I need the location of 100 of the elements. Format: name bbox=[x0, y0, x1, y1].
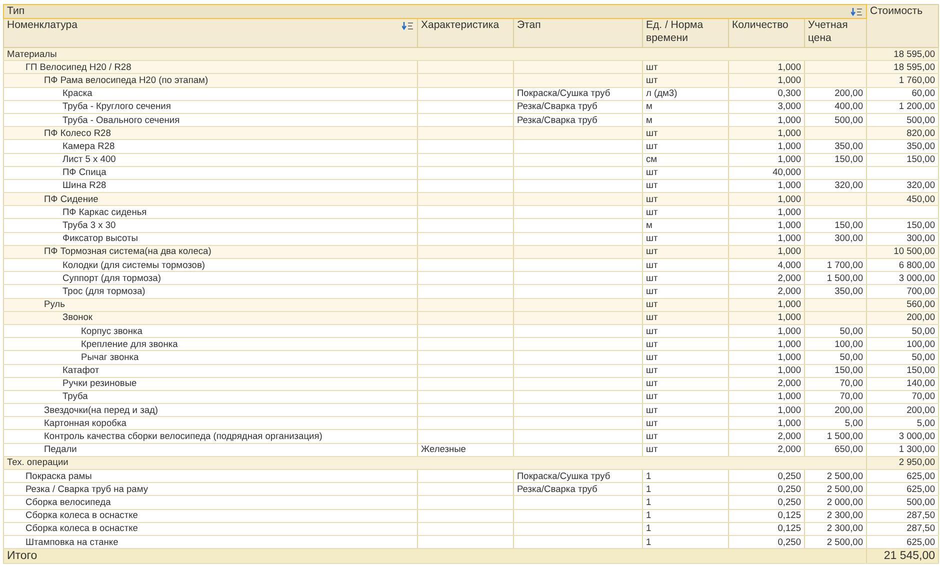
table-row[interactable]: ПФ Каркас сиденья шт 1,000 bbox=[4, 206, 939, 219]
table-cell: Фиксатор высоты bbox=[62, 233, 138, 244]
table-cell: 1,000 bbox=[778, 299, 801, 310]
table-row[interactable]: Краска Покраска/Сушка труб л (дм3) 0,300 200,00 60,00 bbox=[4, 87, 939, 100]
table-row[interactable]: Лист 5 х 400 см 1,000 150,00 150,00 bbox=[4, 153, 939, 166]
table-cell: м bbox=[646, 101, 652, 112]
table-cell: шт bbox=[646, 260, 658, 270]
table-row[interactable]: Педали Железные шт 2,000 650,00 1 300,00 bbox=[4, 443, 939, 456]
table-cell: 1,000 bbox=[778, 114, 801, 125]
table-row[interactable]: Материалы 18 595,00 bbox=[4, 48, 939, 61]
column-header[interactable]: Стоимость bbox=[866, 4, 939, 48]
column-header[interactable]: Количество bbox=[728, 18, 804, 48]
table-cell: шт bbox=[646, 194, 658, 204]
table-cell: шт bbox=[646, 180, 658, 190]
column-header[interactable]: Тип bbox=[4, 4, 867, 18]
table-cell: 1,000 bbox=[778, 391, 801, 402]
table-cell: см bbox=[646, 154, 658, 164]
table-row[interactable]: Труба 3 х 30 м 1,000 150,00 150,00 bbox=[4, 218, 939, 232]
sort-icon bbox=[402, 22, 414, 31]
table-row[interactable]: Камера R28 шт 1,000 350,00 350,00 bbox=[4, 140, 939, 153]
table-row[interactable]: Фиксатор высоты шт 1,000 300,00 300,00 bbox=[4, 232, 939, 246]
table-cell: 2,000 bbox=[778, 378, 801, 388]
table-cell: 70,00 bbox=[912, 391, 936, 402]
table-cell: 150,00 bbox=[834, 220, 864, 230]
table-row[interactable]: Резка / Сварка труб на раму Резка/Сварка труб 1 0,250 2 500,00 625,00 bbox=[4, 482, 939, 496]
table-row[interactable]: Звездочки(на перед и зад) шт 1,000 200,00 200,00 bbox=[4, 404, 939, 417]
table-cell: 1,000 bbox=[778, 194, 801, 204]
table-cell: 350,00 bbox=[834, 286, 864, 296]
table-cell: 40,000 bbox=[772, 167, 801, 178]
table-cell: Шина R28 bbox=[62, 180, 106, 192]
table-cell: 287,50 bbox=[906, 510, 936, 520]
table-row[interactable]: Звонок шт 1,000 200,00 bbox=[4, 311, 939, 324]
table-row[interactable]: ПФ Колесо R28 шт 1,000 820,00 bbox=[4, 126, 939, 140]
table-cell: Катафот bbox=[62, 365, 100, 376]
table-row[interactable]: Руль шт 1,000 560,00 bbox=[4, 298, 939, 312]
table-cell: шт bbox=[646, 74, 658, 85]
table-cell: Звездочки(на перед и зад) bbox=[44, 404, 158, 416]
table-row[interactable]: Суппорт (для тормоза) шт 2,000 1 500,00 3 000,00 bbox=[4, 272, 939, 285]
table-cell: 1,000 bbox=[778, 233, 801, 244]
table-cell: Тех. операции bbox=[4, 456, 867, 470]
table-row[interactable]: Рычаг звонка шт 1,000 50,00 50,00 bbox=[4, 350, 939, 364]
table-cell: 1,000 bbox=[778, 338, 801, 349]
table-cell: Трос (для тормоза) bbox=[62, 286, 146, 297]
table-cell: 625,00 bbox=[906, 470, 936, 481]
table-cell: шт bbox=[646, 391, 658, 402]
table-cell: 350,00 bbox=[906, 140, 936, 151]
table-row[interactable]: Ручки резиновые шт 2,000 70,00 140,00 bbox=[4, 377, 939, 390]
table-row[interactable]: Сборка велосипеда 1 0,250 2 000,00 500,00 bbox=[4, 496, 939, 510]
table-cell: 820,00 bbox=[906, 128, 936, 138]
table-cell: 200,00 bbox=[834, 88, 864, 98]
table-row[interactable]: Крепление для звонка шт 1,000 100,00 100,00 bbox=[4, 338, 939, 351]
table-cell: 500,00 bbox=[906, 114, 936, 125]
table-row[interactable]: Тех. операции 2 950,00 bbox=[4, 456, 939, 470]
table-cell: 2,000 bbox=[778, 272, 801, 283]
table-row[interactable]: Сборка колеса в оснастке 1 0,125 2 300,00 287,50 bbox=[4, 509, 939, 522]
table-cell: ПФ Спица bbox=[62, 167, 106, 178]
table-row[interactable]: Колодки (для системы тормозов) шт 4,000 1 700,00 6 800,00 bbox=[4, 258, 939, 272]
table-cell: Картонная коробка bbox=[44, 418, 126, 429]
table-cell: Руль bbox=[44, 299, 65, 310]
column-header[interactable]: Ед. / Норма времени bbox=[642, 18, 728, 48]
column-header[interactable]: Характеристика bbox=[418, 18, 514, 48]
table-cell: Контроль качества сборки велосипеда (подрядная организация) bbox=[44, 431, 322, 442]
table-row[interactable]: Корпус звонка шт 1,000 50,00 50,00 bbox=[4, 324, 939, 338]
column-header[interactable]: Этап bbox=[514, 18, 642, 48]
table-cell: 1 300,00 bbox=[898, 444, 936, 454]
table-row[interactable]: Сборка колеса в оснастке 1 0,125 2 300,00 287,50 bbox=[4, 522, 939, 536]
table-cell: 150,00 bbox=[906, 365, 936, 376]
table-row[interactable]: ГП Велосипед H20 / R28 шт 1,000 18 595,00 bbox=[4, 60, 939, 74]
table-row[interactable]: Катафот шт 1,000 150,00 150,00 bbox=[4, 364, 939, 378]
table-cell: 2,000 bbox=[778, 286, 801, 296]
table-row[interactable]: ПФ Тормозная система(на два колеса) шт 1,000 10 500,00 bbox=[4, 245, 939, 258]
column-header[interactable]: Номенклатура bbox=[4, 18, 418, 48]
table-cell: 6 800,00 bbox=[898, 260, 936, 270]
table-cell: Покраска рамы bbox=[26, 470, 92, 482]
table-row[interactable]: Картонная коробка шт 1,000 5,00 5,00 bbox=[4, 416, 939, 430]
table-cell: 320,00 bbox=[834, 180, 864, 190]
table-row[interactable]: Покраска рамы Покраска/Сушка труб 1 0,250 2 500,00 625,00 bbox=[4, 470, 939, 483]
column-header[interactable]: Учетная цена bbox=[804, 18, 867, 48]
table-cell: 2 500,00 bbox=[826, 470, 864, 481]
table-cell: 1,000 bbox=[778, 365, 801, 376]
table-row[interactable]: ПФ Сидение шт 1,000 450,00 bbox=[4, 192, 939, 206]
table-cell: шт bbox=[646, 128, 658, 138]
table-row[interactable]: ПФ Спица шт 40,000 bbox=[4, 166, 939, 180]
table-cell: Ручки резиновые bbox=[62, 378, 137, 390]
table-cell: 150,00 bbox=[834, 365, 864, 376]
table-row[interactable]: Труба - Круглого сечения Резка/Сварка труб м 3,000 400,00 1 200,00 bbox=[4, 100, 939, 114]
table-row[interactable]: Труба шт 1,000 70,00 70,00 bbox=[4, 390, 939, 404]
table-row[interactable]: Контроль качества сборки велосипеда (подрядная организация) шт 2,000 1 500,00 3 000,00 bbox=[4, 430, 939, 444]
table-cell: 18 595,00 bbox=[894, 62, 936, 72]
table-cell: 150,00 bbox=[834, 154, 864, 164]
table-cell: 0,125 bbox=[778, 523, 801, 534]
table-row[interactable]: Трос (для тормоза) шт 2,000 350,00 700,00 bbox=[4, 284, 939, 298]
table-cell: 300,00 bbox=[906, 233, 936, 244]
table-cell: 60,00 bbox=[912, 88, 936, 98]
table-cell: 560,00 bbox=[906, 299, 936, 310]
table-cell: м bbox=[646, 220, 652, 230]
table-row[interactable]: ПФ Рама велосипеда H20 (по этапам) шт 1,000 1 760,00 bbox=[4, 74, 939, 88]
table-cell: 3 000,00 bbox=[898, 272, 936, 283]
table-cell: Резка/Сварка труб bbox=[517, 101, 598, 112]
table-cell: 650,00 bbox=[834, 444, 864, 454]
